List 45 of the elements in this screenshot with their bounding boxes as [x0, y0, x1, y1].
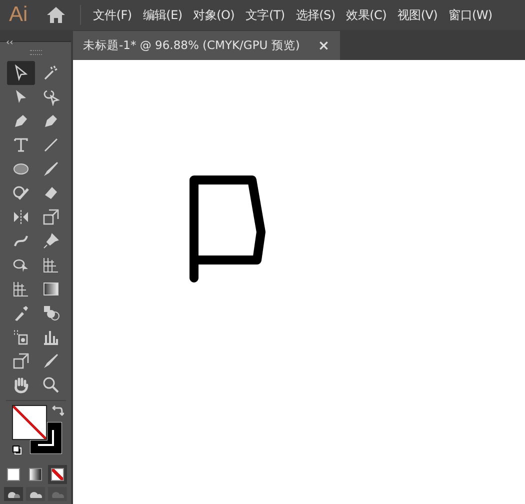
tab-title: 未标题-1* @ 96.88% (CMYK/GPU 预览): [83, 38, 300, 53]
gradient-swatch[interactable]: [26, 465, 45, 484]
swap-icon[interactable]: [52, 405, 64, 417]
shaper-icon: [12, 184, 30, 202]
mesh-icon: [12, 280, 30, 298]
search-icon: [42, 376, 60, 394]
menu-item[interactable]: 对象(O): [193, 6, 235, 24]
tool-button[interactable]: [6, 61, 34, 85]
graph-icon: [42, 328, 60, 346]
menu-item[interactable]: 效果(C): [346, 6, 386, 24]
menu-item[interactable]: 视图(V): [397, 6, 438, 24]
fill-swatch[interactable]: [12, 405, 46, 440]
circles-icon: [30, 490, 42, 498]
menu-item[interactable]: 编辑(E): [142, 6, 182, 24]
type-icon: [12, 136, 30, 154]
reflect-icon: [12, 208, 30, 226]
color-swatch[interactable]: [4, 465, 23, 484]
close-button[interactable]: ×: [318, 38, 330, 54]
document-tab[interactable]: 未标题-1* @ 96.88% (CMYK/GPU 预览) ×: [73, 31, 340, 60]
menu-item[interactable]: 文字(T): [246, 6, 285, 24]
grid-icon: [42, 256, 60, 274]
menu-item[interactable]: 选择(S): [296, 6, 336, 24]
collapse-button[interactable]: ‹‹: [6, 38, 14, 48]
artboard-icon: [12, 352, 30, 370]
circles-icon: [8, 490, 20, 498]
menu-item[interactable]: 文件(F): [93, 6, 132, 24]
gradient-icon: [42, 280, 60, 298]
lasso-icon: [42, 88, 60, 106]
stroke-swatch[interactable]: [30, 422, 62, 454]
menu-item[interactable]: 窗口(W): [448, 6, 492, 24]
sprayer-icon: [12, 328, 30, 346]
app-logo: Ai: [9, 3, 29, 27]
default-colors-icon[interactable]: [12, 445, 22, 455]
pin-icon: [42, 232, 60, 250]
home-icon[interactable]: [46, 6, 66, 24]
blend-icon: [42, 304, 60, 322]
hand-icon: [12, 376, 30, 394]
draw-mode-button[interactable]: [26, 487, 45, 501]
wand-icon: [42, 64, 60, 82]
circles-icon: [52, 490, 64, 498]
scale-icon: [42, 208, 60, 226]
draw-mode-button[interactable]: [4, 487, 23, 501]
none-swatch[interactable]: [48, 465, 67, 484]
grip-handle[interactable]: [30, 50, 42, 55]
brush-icon: [42, 160, 60, 178]
